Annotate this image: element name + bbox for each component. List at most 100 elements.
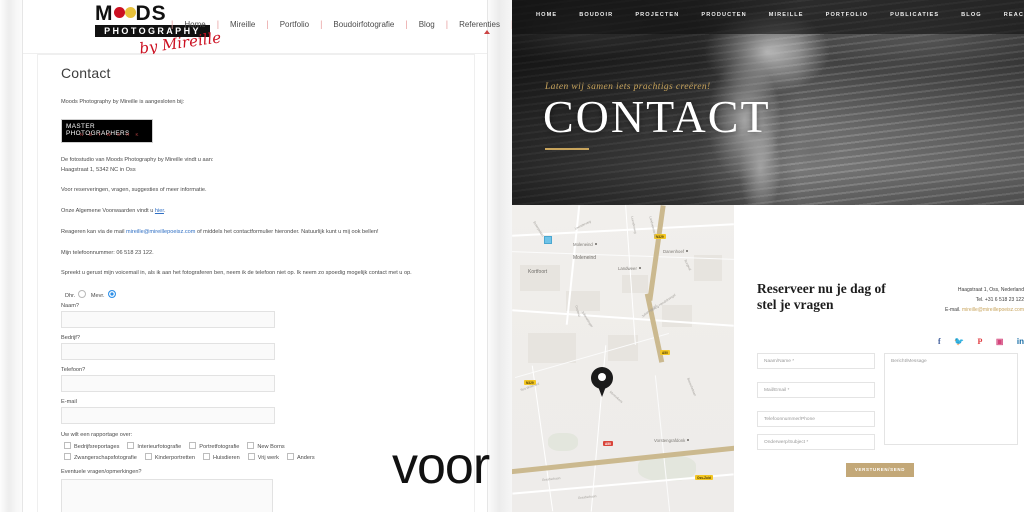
studio-line1: De fotostudio van Moods Photography by M… [61,156,214,163]
hero-divider [545,148,589,150]
nav-item-publicaties[interactable]: PUBLICATIES [890,12,939,18]
map-label-moleneind-1: Moleneind [573,242,597,247]
location-map[interactable]: N329 N329 A50 A50 Oss-Zuid Kortfoort Mol… [512,205,734,512]
nav-item-referenties[interactable]: Referenties [448,20,511,29]
naam-input[interactable] [61,311,275,329]
before-after-comparison: M DS PHOTOGRAPHY by Mireille | Home | Mireil… [0,0,1024,512]
map-label-danenhoef: Danenhoef [663,249,689,254]
new-site-nav: HOME BOUDOIR PROJECTEN PRODUCTEN MIREILLE POR… [536,12,1024,18]
submit-button[interactable]: VERSTUREN/SEND [846,463,914,477]
field-label-naam: Naam? [61,303,80,310]
map-road-shield-a50: A50 [603,441,613,446]
before-caption: voor [392,437,490,495]
pin-hole [598,373,606,381]
salutation-dhr-radio[interactable] [78,290,87,299]
checkbox-box[interactable] [127,442,135,450]
new-site-navbar: HOME BOUDOIR PROJECTEN PRODUCTEN MIREILLE POR… [512,0,1024,34]
checkbox-box[interactable] [202,453,210,461]
mail-text: Reageren kan via de mail mireille@mireil… [61,228,453,238]
old-site-header: M DS PHOTOGRAPHY by Mireille | Home | Mireil… [23,0,512,58]
checkbox-box[interactable] [247,453,255,461]
checkbox-label: Vrij werk [257,455,279,462]
voicemail-text: Spreekt u gerust mijn voicemail in, als … [61,270,412,277]
nav-item-boudoirfotografie[interactable]: Boudoirfotografie [322,20,405,29]
contact-address: Haagstraat 1, Oss, Nederland [957,287,1024,293]
map-road-shield-oss-zuid: Oss-Zuid [695,475,713,480]
field-label-email: E-mail [61,399,77,406]
email-input[interactable] [61,407,275,425]
map-poi-icon[interactable] [544,236,552,244]
checkbox-box[interactable] [247,442,255,450]
nav-item-producten[interactable]: PRODUCTEN [701,12,746,18]
message-field[interactable]: Bericht/Message [884,353,1018,445]
nav-item-reacties[interactable]: REACTIES [1004,12,1024,18]
checkbox-box[interactable] [189,442,197,450]
map-label-vorstengrafdonk: Vorstengrafdonk [654,438,690,443]
checkbox-box[interactable] [64,442,71,450]
logo-dot-red [113,6,125,18]
contact-email-line: E-mail. mireille@mireillepoeisz.com [884,305,1024,315]
instagram-icon[interactable]: ▣ [996,337,1004,346]
map-road-shield-a50b: A50 [660,350,670,355]
checkbox-box[interactable] [286,453,294,461]
bedrijf-input[interactable] [61,343,275,361]
checkbox-item[interactable]: Portretfotografie [189,442,239,450]
page-right-gutter [487,0,512,512]
nav-item-home[interactable]: Home [173,20,216,29]
contact-phone: Tel. +31 6 518 23 122 [975,297,1024,303]
phone-field[interactable]: Telefoonnummer/Phone [757,411,875,427]
linkedin-icon[interactable]: in [1017,337,1024,346]
checkbox-item[interactable]: Zwangerschapsfotografie [64,453,137,461]
field-label-telefoon: Telefoon? [61,367,86,374]
twitter-icon[interactable]: 🐦 [954,337,964,346]
map-location-pin-icon[interactable] [591,367,613,397]
facebook-icon[interactable]: f [938,337,941,346]
email-link[interactable]: mireille@mireillepoeisz.com [126,229,195,235]
reservation-text: Voor reserveringen, vragen, suggesties o… [61,187,207,194]
nav-item-mireille[interactable]: Mireille [219,20,266,29]
checkbox-box[interactable] [64,453,71,461]
old-site-nav: | Home | Mireille | Portfolio | Boudoirfotograf… [171,19,512,35]
intro-text: Moods Photography by Mireille is aangesl… [61,99,185,105]
studio-address: De fotostudio van Moods Photography by M… [61,156,453,176]
nav-item-projecten[interactable]: PROJECTEN [635,12,679,18]
nav-item-blog[interactable]: Blog [408,20,446,29]
checkbox-box[interactable] [144,453,152,461]
checkbox-item[interactable]: Kinderportretten [144,453,195,461]
page-left-gutter [0,0,23,512]
salutation-mevr-label: Mevr. [90,293,105,300]
checkbox-label: New Borns [257,444,285,451]
nav-item-blog[interactable]: BLOG [961,12,982,18]
checkbox-item[interactable]: New Borns [247,442,285,451]
checkbox-item[interactable]: Bedrijfsreportages [64,442,119,450]
name-field[interactable]: Naam/Name * [757,353,875,369]
hero-title: CONTACT [543,91,771,142]
checkbox-item[interactable]: Interieurfotografie [127,442,181,450]
terms-link[interactable]: hier [155,208,164,214]
checkbox-item[interactable]: Huisdieren [202,453,240,461]
subject-field[interactable]: Onderwerp/Subject * [757,434,875,450]
phone-text: Mijn telefoonnummer: 06 518 23 122. [61,249,154,256]
map-label-moleneind-2: Moleneind [573,255,597,261]
checkbox-label: Interieurfotografie [137,444,182,451]
checkbox-item[interactable]: Anders [286,453,315,461]
salutation-mevr-radio[interactable] [107,290,116,299]
email-field[interactable]: Mail/Email * [757,382,875,398]
nav-item-home[interactable]: HOME [536,12,557,18]
telefoon-input[interactable] [61,375,275,393]
logo-dot-gold [124,6,136,18]
page-title: Contact [61,65,111,81]
social-links: f 🐦 P ▣ in [924,331,1024,349]
terms-suffix: . [163,208,166,215]
pinterest-icon[interactable]: P [978,337,983,346]
contact-email-link[interactable]: mireille@mireillepoeisz.com [962,307,1024,313]
checkbox-label: Zwangerschapsfotografie [74,455,137,462]
remarks-textarea[interactable] [61,479,273,512]
nav-item-portfolio[interactable]: Portfolio [269,20,320,29]
master-photographers-network-badge: MASTER PHOTOGRAPHERS N E T W O R K [61,118,153,143]
nav-item-boudoir[interactable]: BOUDOIR [579,12,613,18]
nav-item-mireille[interactable]: MIREILLE [769,12,804,18]
nav-item-portfolio[interactable]: PORTFOLIO [826,12,869,18]
checkbox-item[interactable]: Vrij werk [247,453,279,462]
nav-active-caret-icon [484,30,490,34]
